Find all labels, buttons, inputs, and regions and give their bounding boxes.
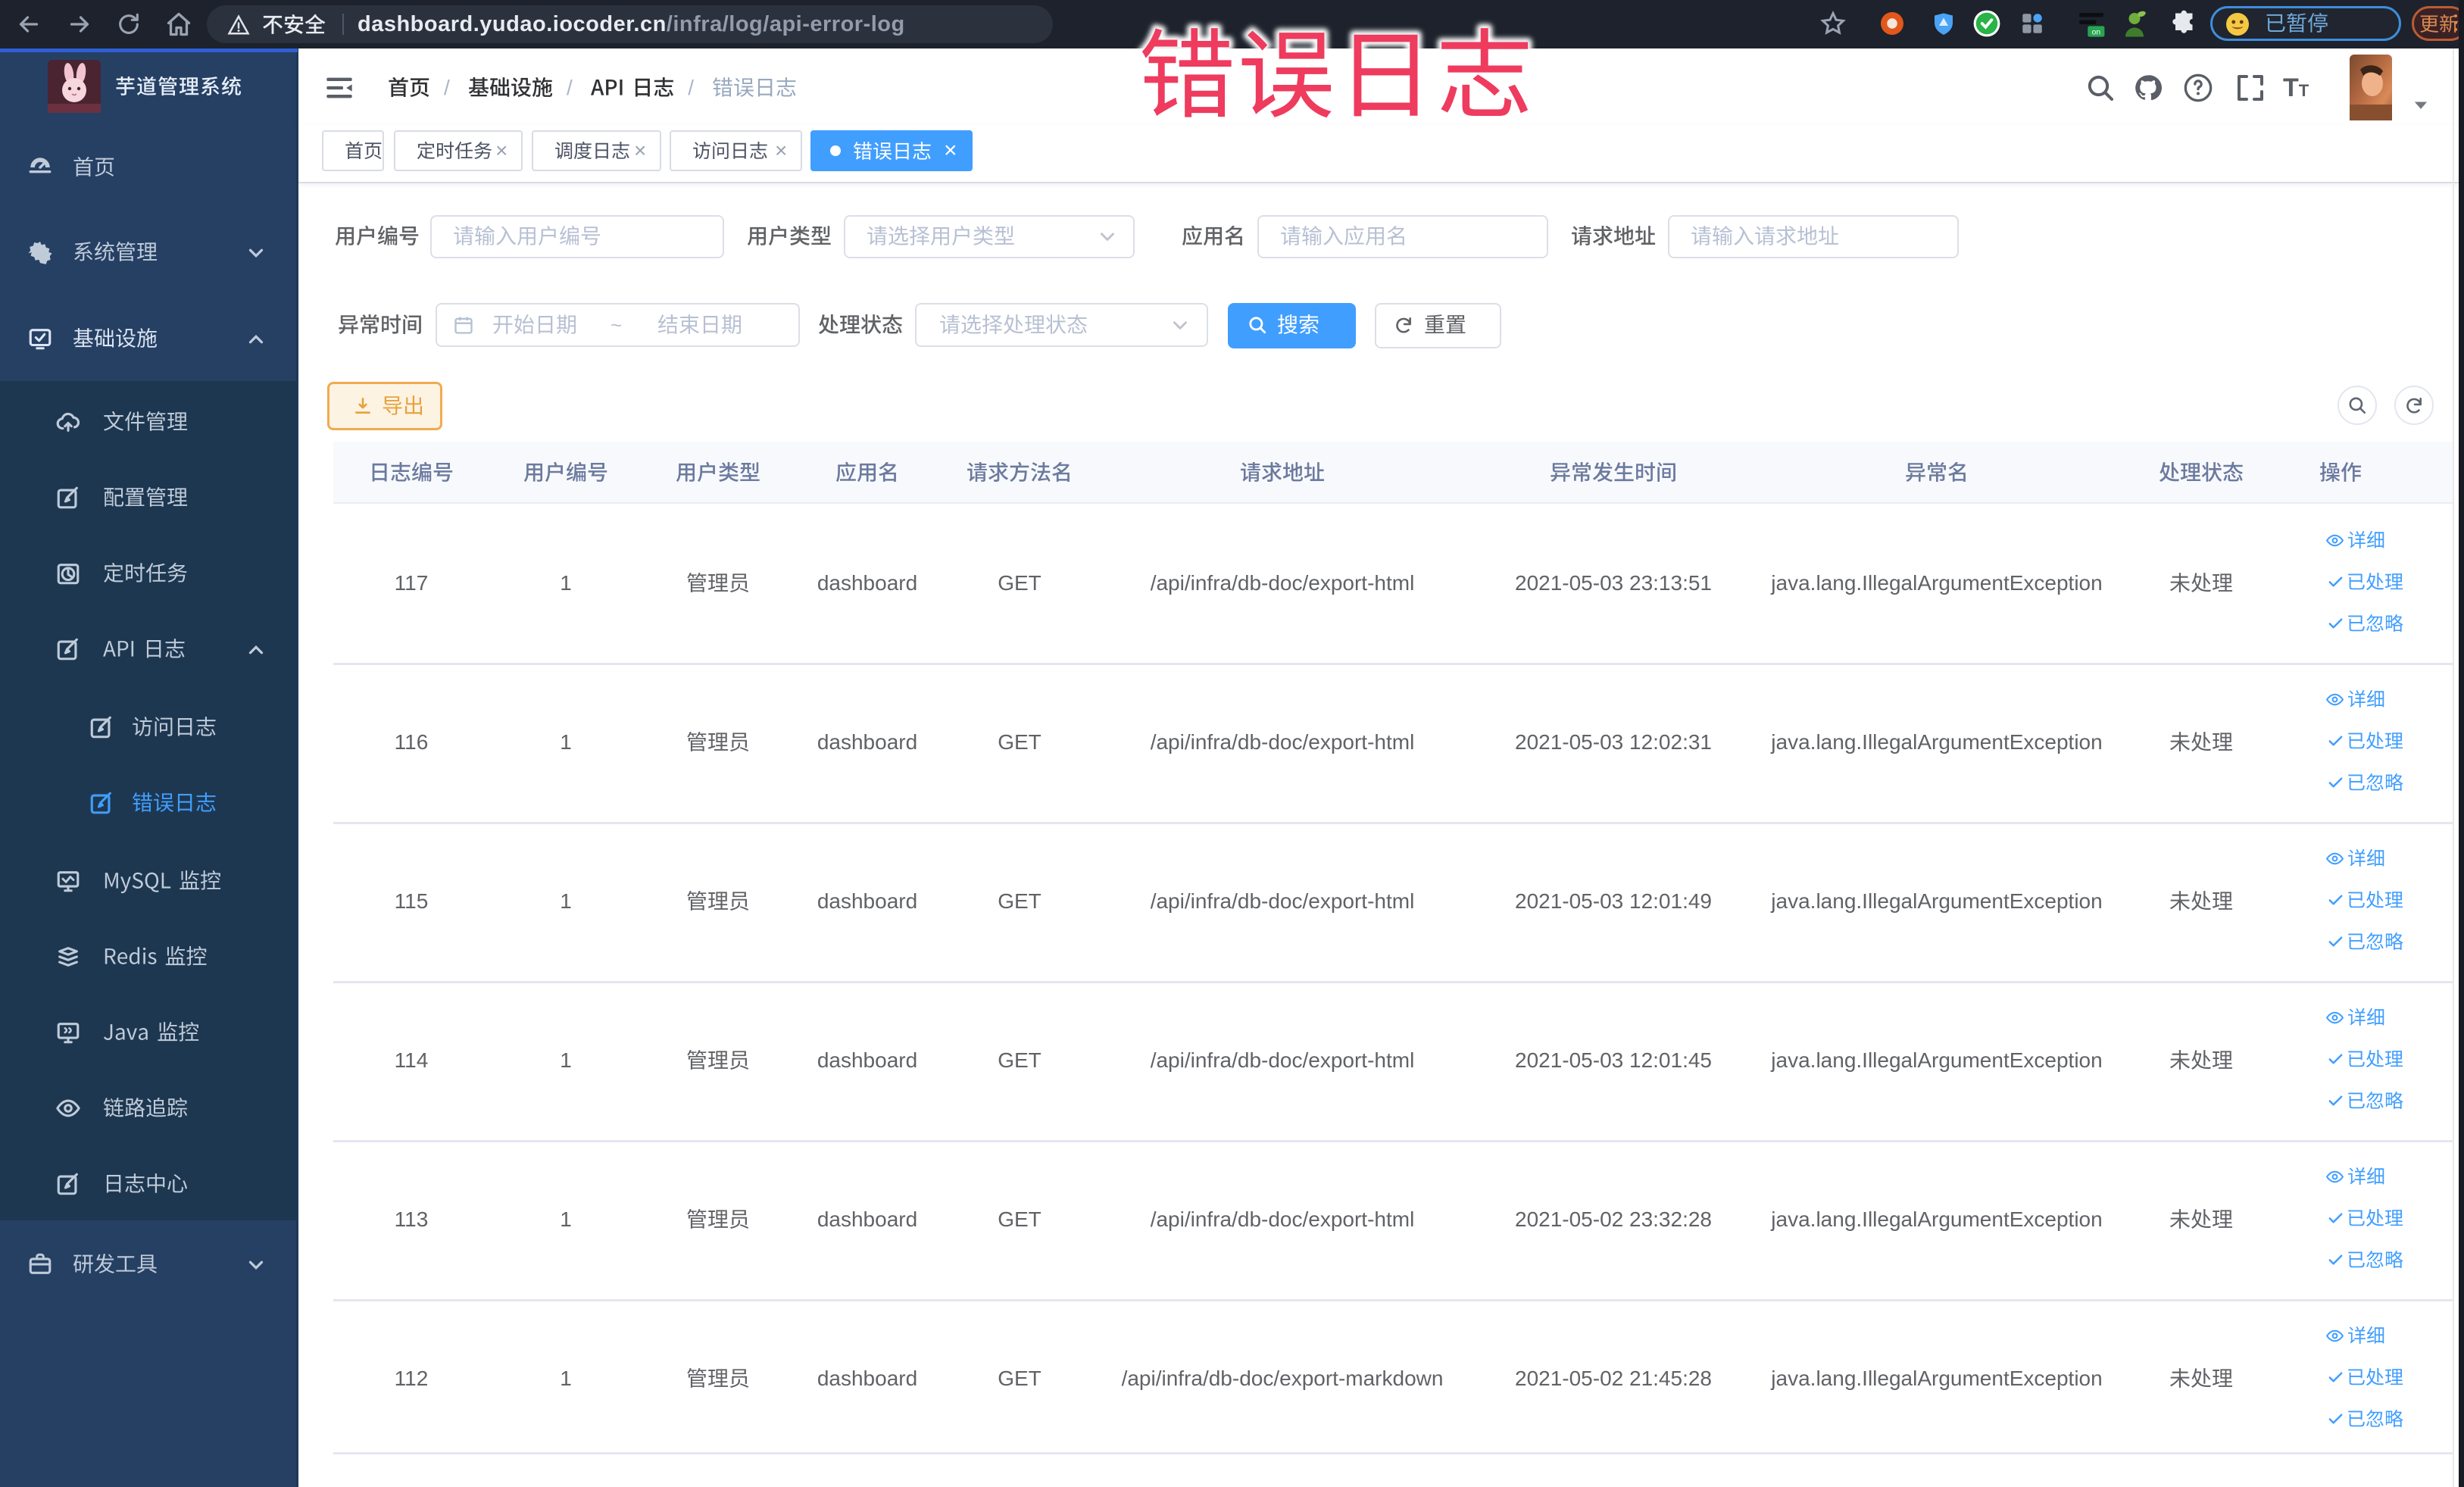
svg-text:on: on xyxy=(2092,28,2101,36)
